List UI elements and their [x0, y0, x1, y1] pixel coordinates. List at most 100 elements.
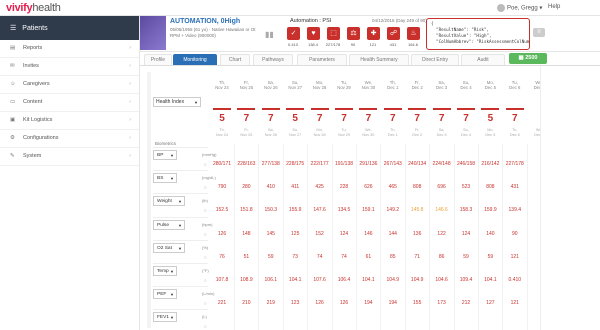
reading-cell[interactable]: 194	[381, 300, 405, 306]
reading-cell[interactable]: 123	[283, 300, 307, 306]
reading-cell[interactable]: 104.1	[478, 277, 502, 283]
reading-cell[interactable]: 126	[332, 300, 356, 306]
tab-audit[interactable]: Audit	[461, 54, 505, 65]
severity-score[interactable]: 7	[234, 113, 258, 124]
reading-cell[interactable]: 122	[430, 231, 454, 237]
reading-cell[interactable]: 145.8	[405, 207, 429, 213]
sidebar-item-invites[interactable]: ✉ Invites ›	[0, 58, 139, 76]
reading-cell[interactable]: 626	[356, 184, 380, 190]
reading-cell[interactable]: 267/143	[381, 161, 405, 167]
info-circle-icon[interactable]: ○	[204, 232, 207, 237]
severity-score[interactable]: 7	[454, 113, 478, 124]
reading-cell[interactable]: 104.9	[405, 277, 429, 283]
alert-tile-icon[interactable]: ✓	[287, 27, 300, 40]
reading-cell[interactable]: 104.9	[381, 277, 405, 283]
tab-pathways[interactable]: Pathways	[253, 54, 293, 65]
date-column-header[interactable]: Tu, Nov 29	[332, 80, 356, 90]
reading-cell[interactable]: 159.9	[478, 207, 502, 213]
biometric-select-o2-sat[interactable]: O2 Sat ▼	[153, 242, 185, 253]
reading-cell[interactable]: 126	[308, 300, 332, 306]
date-column-header[interactable]: Sa, Nov 26	[259, 80, 283, 90]
sidebar-item-caregivers[interactable]: ☺ Caregivers ›	[0, 76, 139, 94]
reading-cell[interactable]: 221	[210, 300, 234, 306]
reading-cell[interactable]: 124	[454, 231, 478, 237]
reading-cell[interactable]: 523	[454, 184, 478, 190]
user-menu[interactable]: Poe, Gregg ▾	[497, 4, 542, 12]
reading-cell[interactable]: 106.4	[332, 277, 356, 283]
severity-score[interactable]: 5	[283, 113, 307, 124]
reading-cell[interactable]: 696	[430, 184, 454, 190]
reading-cell[interactable]: 277/138	[259, 161, 283, 167]
date-column-header[interactable]: Sa, Dec 3	[430, 80, 454, 90]
reading-cell[interactable]: 291/136	[356, 161, 380, 167]
patient-name[interactable]: AUTOMATION, 0High	[170, 18, 240, 25]
date-column-header[interactable]: Mo, Nov 28	[308, 80, 332, 90]
reading-cell[interactable]: 152	[308, 231, 332, 237]
reading-cell[interactable]: 73	[283, 254, 307, 260]
severity-score[interactable]: 7	[356, 113, 380, 124]
biometric-select-fev1[interactable]: FEV1 ▼	[153, 312, 177, 323]
reading-cell[interactable]: 155.9	[283, 207, 307, 213]
biometric-select-temp[interactable]: Temp ▼	[153, 266, 177, 276]
reading-cell[interactable]: 808	[478, 184, 502, 190]
reading-cell[interactable]: 173	[430, 300, 454, 306]
biometric-select-weight[interactable]: Weight ▼	[153, 196, 185, 207]
reading-cell[interactable]: 149.2	[381, 207, 405, 213]
info-circle-icon[interactable]: ○	[204, 208, 207, 213]
reading-cell[interactable]: 59	[454, 254, 478, 260]
reading-cell[interactable]: 104.6	[430, 277, 454, 283]
reading-cell[interactable]: 280	[234, 184, 258, 190]
reading-cell[interactable]: 51	[234, 254, 258, 260]
date-column-header[interactable]: Mo, Dec 5	[478, 80, 502, 90]
severity-score[interactable]: 7	[259, 113, 283, 124]
reading-cell[interactable]: 194	[356, 300, 380, 306]
tab-parameters[interactable]: Parameters	[297, 54, 347, 65]
reading-cell[interactable]: 85	[381, 254, 405, 260]
reading-cell[interactable]: 124	[332, 231, 356, 237]
reading-cell[interactable]: 74	[308, 254, 332, 260]
sidebar-item-system[interactable]: ✎ System ›	[0, 148, 139, 166]
reading-cell[interactable]: 121	[503, 254, 527, 260]
reading-cell[interactable]: 150.3	[259, 207, 283, 213]
reading-cell[interactable]: 228/175	[283, 161, 307, 167]
sidebar-item-configurations[interactable]: ⚙ Configurations ›	[0, 130, 139, 148]
reading-cell[interactable]: 411	[283, 184, 307, 190]
bar-chart-icon[interactable]: ▮▮	[265, 30, 274, 39]
reading-cell[interactable]: 146.6	[430, 207, 454, 213]
reading-cell[interactable]: 108.9	[234, 277, 258, 283]
reading-cell[interactable]: 127	[478, 300, 502, 306]
reading-cell[interactable]: 155	[405, 300, 429, 306]
reading-cell[interactable]: 86	[430, 254, 454, 260]
reading-cell[interactable]: 240/134	[405, 161, 429, 167]
reading-cell[interactable]: 227/178	[503, 161, 527, 167]
tab-health-summary[interactable]: Health Summary	[349, 54, 409, 65]
reading-cell[interactable]: 74	[332, 254, 356, 260]
reading-cell[interactable]: 0.410	[503, 277, 527, 283]
scrollbar[interactable]	[147, 72, 151, 328]
severity-score[interactable]: 5	[478, 113, 502, 124]
reading-cell[interactable]: 140	[478, 231, 502, 237]
reading-cell[interactable]: 109.4	[454, 277, 478, 283]
score-badge[interactable]: ▦ 2500	[509, 53, 547, 64]
reading-cell[interactable]: 219	[259, 300, 283, 306]
alert-tile-icon[interactable]: ⬚	[327, 27, 340, 40]
biometric-select-pef[interactable]: PEF ▼	[153, 289, 177, 300]
reading-cell[interactable]: 59	[259, 254, 283, 260]
info-circle-icon[interactable]: ○	[204, 301, 207, 306]
health-index-select[interactable]: Health Index ▼	[153, 97, 201, 107]
reading-cell[interactable]: 210	[234, 300, 258, 306]
sidebar-item-content[interactable]: ▭ Content ›	[0, 94, 139, 112]
app-logo[interactable]: vivifyhealth	[6, 2, 61, 14]
sidebar-item-patients[interactable]: ☰ Patients	[0, 16, 139, 40]
alert-tile-icon[interactable]: ⚖	[347, 27, 360, 40]
reading-cell[interactable]: 126	[210, 231, 234, 237]
reading-cell[interactable]: 61	[356, 254, 380, 260]
reading-cell[interactable]: 107.8	[210, 277, 234, 283]
severity-score[interactable]: 7	[308, 113, 332, 124]
reading-cell[interactable]: 808	[405, 184, 429, 190]
reading-cell[interactable]: 107.6	[308, 277, 332, 283]
reading-cell[interactable]: 104.1	[283, 277, 307, 283]
reading-cell[interactable]: 90	[503, 231, 527, 237]
reading-cell[interactable]: 246/158	[454, 161, 478, 167]
reading-cell[interactable]: 125	[283, 231, 307, 237]
